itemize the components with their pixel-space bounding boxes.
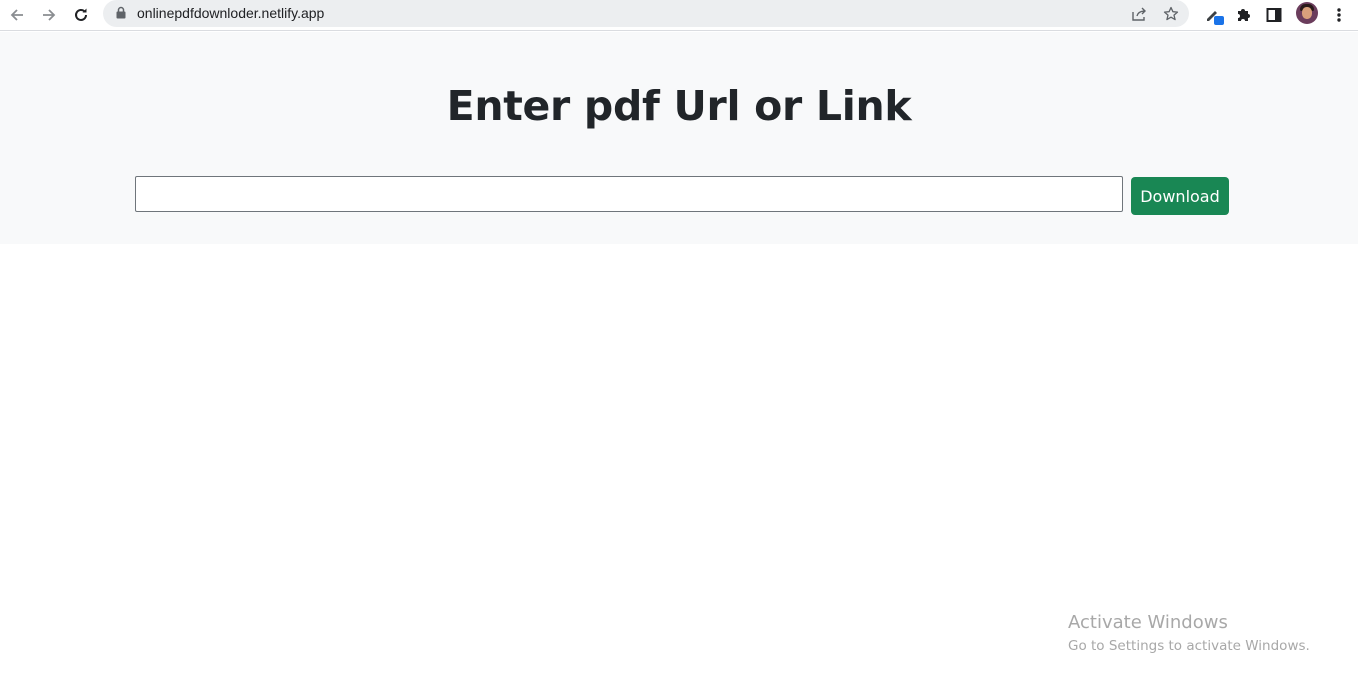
more-menu-button[interactable] bbox=[1327, 3, 1351, 27]
page-title: Enter pdf Url or Link bbox=[446, 82, 912, 130]
side-panel-icon bbox=[1266, 8, 1282, 22]
address-bar[interactable]: onlinepdfdownloder.netlify.app bbox=[103, 0, 1189, 27]
side-panel-button[interactable] bbox=[1262, 3, 1286, 27]
back-button[interactable] bbox=[4, 3, 30, 27]
hero-section: Enter pdf Url or Link Download bbox=[0, 32, 1358, 244]
bookmark-star-icon bbox=[1163, 6, 1179, 21]
browser-toolbar: onlinepdfdownloder.netlify.app bbox=[0, 0, 1358, 31]
share-button[interactable] bbox=[1129, 4, 1149, 24]
pdf-url-input[interactable] bbox=[135, 176, 1123, 212]
forward-arrow-icon bbox=[43, 9, 56, 21]
back-arrow-icon bbox=[10, 9, 23, 21]
puzzle-extensions-icon bbox=[1238, 9, 1250, 21]
extension-pen-icon bbox=[1207, 11, 1224, 25]
bookmark-button[interactable] bbox=[1161, 4, 1181, 24]
watermark-title: Activate Windows bbox=[1068, 612, 1228, 633]
extensions-button[interactable] bbox=[1231, 3, 1255, 27]
activate-windows-watermark: Activate Windows Go to Settings to activ… bbox=[1068, 612, 1310, 656]
download-button[interactable]: Download bbox=[1131, 177, 1229, 215]
extension-pen-button[interactable] bbox=[1202, 3, 1226, 27]
share-icon bbox=[1132, 7, 1146, 21]
watermark-subtitle: Go to Settings to activate Windows. bbox=[1068, 638, 1310, 654]
profile-avatar[interactable] bbox=[1296, 2, 1318, 24]
url-text[interactable]: onlinepdfdownloder.netlify.app bbox=[137, 5, 324, 21]
forward-button[interactable] bbox=[36, 3, 62, 27]
more-menu-icon bbox=[1337, 8, 1341, 22]
lock-icon[interactable] bbox=[116, 6, 126, 19]
reload-button[interactable] bbox=[68, 3, 94, 27]
reload-icon bbox=[75, 8, 87, 21]
